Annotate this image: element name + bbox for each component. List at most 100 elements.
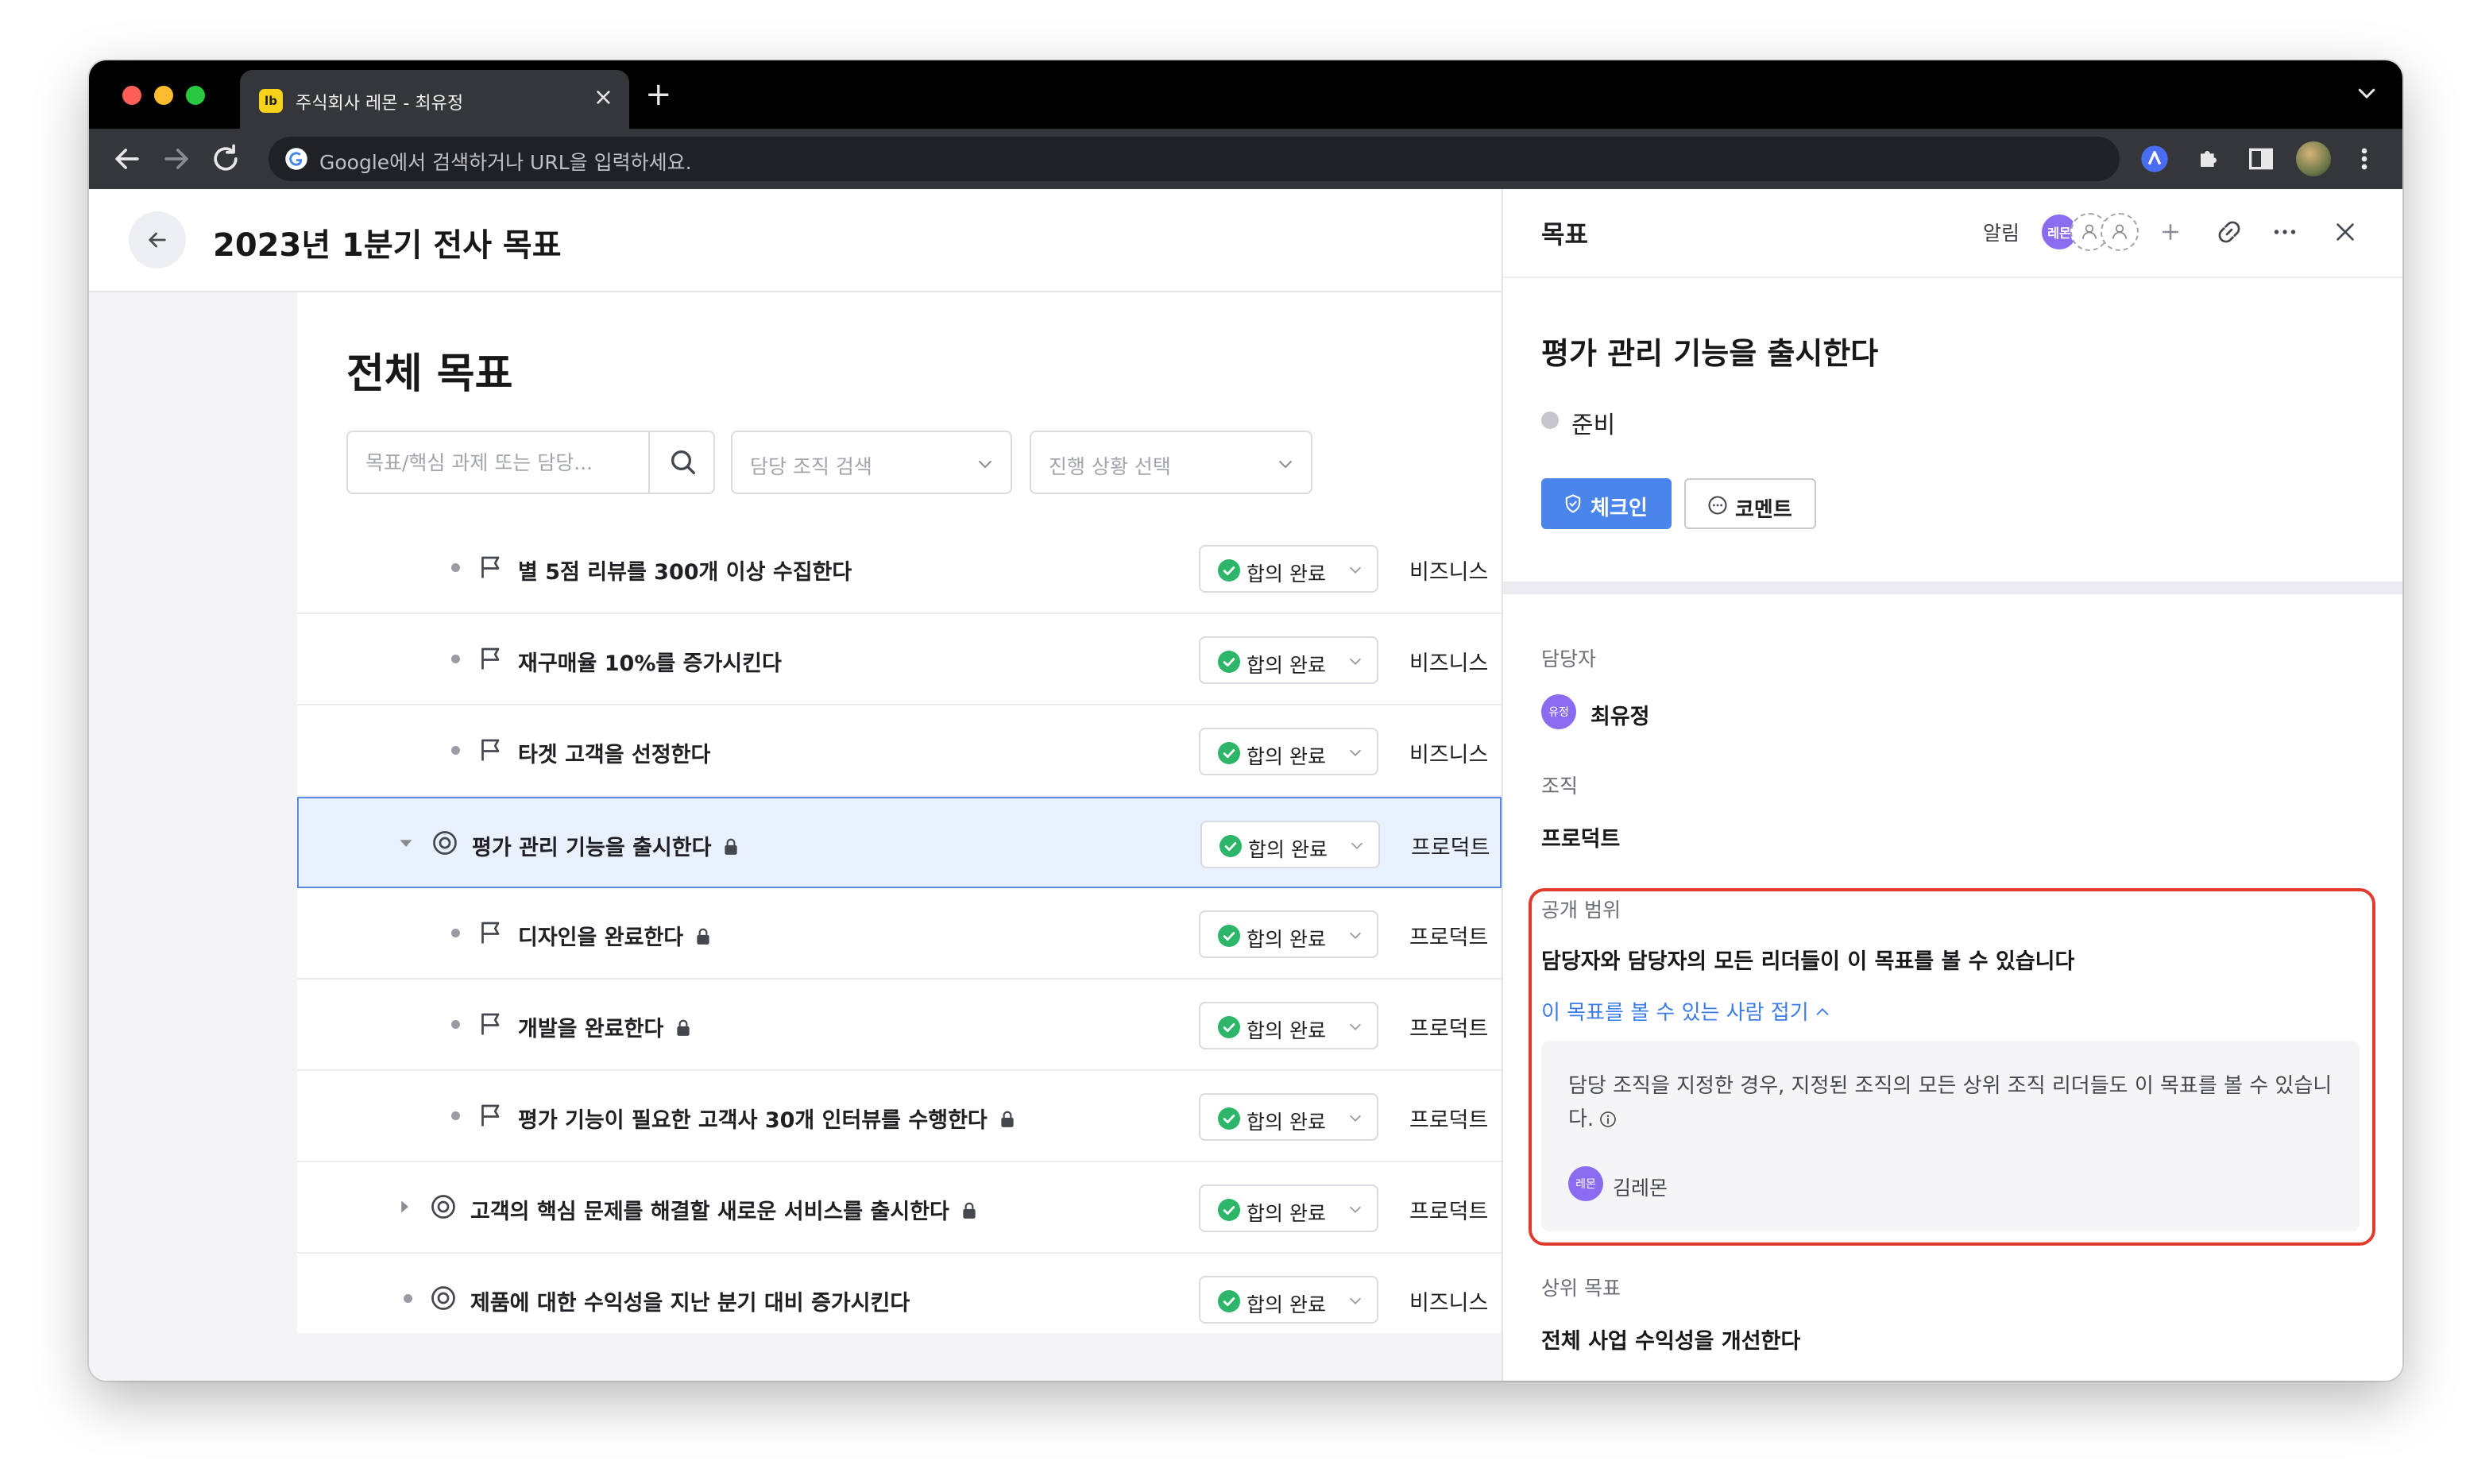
visibility-value: 담당자와 담당자의 모든 리더들이 이 목표를 볼 수 있습니다	[1541, 949, 2075, 974]
status-dropdown[interactable]: 합의 완료	[1199, 545, 1378, 593]
chevron-down-icon	[1349, 1115, 1362, 1122]
org-label: 비즈니스	[1409, 743, 1489, 767]
bullet-icon	[451, 655, 460, 663]
minimize-window-button[interactable]	[154, 86, 173, 105]
status-dropdown[interactable]: 합의 완료	[1199, 728, 1378, 775]
comment-button[interactable]: 코멘트	[1684, 478, 1816, 529]
puzzle-extensions-icon[interactable]	[2193, 143, 2224, 175]
goal-detail-panel: 목표 알림 레몬 평가 관리 기능을 출시한다 준비 체크인 코멘트 담당자 유…	[1502, 189, 2402, 1381]
status-dropdown[interactable]: 합의 완료	[1199, 1093, 1378, 1141]
status-dropdown[interactable]: 합의 완료	[1199, 1184, 1378, 1232]
status-dropdown[interactable]: 합의 완료	[1199, 1002, 1378, 1049]
more-options-button[interactable]	[2266, 213, 2304, 251]
progress-select[interactable]: 진행 상황 선택	[1030, 431, 1312, 494]
collapse-viewers-link[interactable]: 이 목표를 볼 수 있는 사람 접기	[1541, 996, 1831, 1026]
tab-search-chevron-icon[interactable]	[2355, 81, 2379, 105]
reload-icon[interactable]	[208, 141, 243, 176]
goals-list-panel: 전체 목표 담당 조직 검색 진행 상황 선택	[297, 292, 1502, 1333]
flag-icon	[481, 1104, 500, 1127]
back-arrow-icon[interactable]	[110, 141, 145, 176]
back-button[interactable]	[129, 211, 186, 269]
status-label: 합의 완료	[1247, 1202, 1326, 1225]
search-icon[interactable]	[667, 446, 699, 478]
status-dropdown[interactable]: 합의 완료	[1200, 821, 1380, 868]
flag-icon	[481, 922, 500, 944]
add-watcher-button[interactable]	[2151, 213, 2190, 251]
panel-header: 목표 알림 레몬	[1503, 189, 2402, 278]
chevron-down-icon	[1349, 932, 1362, 939]
lock-icon	[1001, 1111, 1014, 1127]
info-icon[interactable]	[1598, 1110, 1618, 1129]
more-vertical-icon[interactable]	[2348, 143, 2380, 175]
status-dropdown[interactable]: 합의 완료	[1199, 1276, 1378, 1324]
goal-row[interactable]: 개발을 완료한다 합의 완료 프로덕트	[297, 980, 1502, 1071]
org-label: 프로덕트	[1409, 1200, 1489, 1224]
goal-row[interactable]: 평가 기능이 필요한 고객사 30개 인터뷰를 수행한다 합의 완료 프로덕트	[297, 1071, 1502, 1162]
shield-check-icon	[1565, 494, 1581, 513]
goal-search-input[interactable]	[348, 432, 650, 493]
profile-avatar[interactable]	[2296, 141, 2331, 176]
check-circle-icon	[1219, 835, 1242, 857]
org-label: 프로덕트	[1409, 1108, 1489, 1133]
back-arrow-icon	[149, 232, 166, 248]
new-tab-icon[interactable]: +	[645, 76, 672, 113]
check-circle-icon	[1218, 1107, 1240, 1130]
flag-icon	[481, 739, 500, 761]
close-panel-button[interactable]	[2326, 213, 2364, 251]
org-label: 프로덕트	[1411, 836, 1490, 860]
goal-row[interactable]: 타겟 고객을 선정한다 합의 완료 비즈니스	[297, 705, 1502, 797]
owner-name[interactable]: 최유정	[1591, 699, 1650, 730]
goal-search	[346, 431, 715, 494]
add-watcher-placeholder[interactable]	[2101, 213, 2139, 251]
owner-avatar[interactable]: 유정	[1541, 694, 1576, 729]
chevron-down-icon	[1349, 1206, 1362, 1213]
progress-select-placeholder: 진행 상황 선택	[1049, 455, 1171, 478]
comment-icon	[1708, 496, 1727, 515]
chevron-down-icon	[1349, 566, 1362, 574]
page-title: 2023년 1분기 전사 목표	[213, 227, 562, 264]
target-goal-icon	[431, 1195, 455, 1219]
goal-row[interactable]: 별 5점 리뷰를 300개 이상 수집한다 합의 완료 비즈니스	[297, 523, 1502, 614]
org-search-select[interactable]: 담당 조직 검색	[731, 431, 1012, 494]
flag-icon	[481, 647, 500, 670]
check-circle-icon	[1218, 1199, 1240, 1221]
goal-row[interactable]: 디자인을 완료한다 합의 완료 프로덕트	[297, 888, 1502, 980]
user-icon	[2112, 224, 2127, 239]
address-bar[interactable]: Google에서 검색하거나 URL을 입력하세요.	[269, 137, 2120, 181]
close-icon	[2337, 223, 2354, 241]
status-label: 합의 완료	[1247, 654, 1326, 677]
goal-title: 제품에 대한 수익성을 지난 분기 대비 증가시킨다	[470, 1291, 910, 1316]
status-label: 합의 완료	[1248, 838, 1328, 861]
org-label: 비즈니스	[1409, 651, 1489, 676]
goal-title: 타겟 고객을 선정한다	[518, 743, 711, 767]
extension-icon[interactable]	[2139, 143, 2170, 175]
chevron-down-icon	[979, 461, 991, 469]
check-circle-icon	[1218, 925, 1240, 947]
goal-row[interactable]: 제품에 대한 수익성을 지난 분기 대비 증가시킨다 합의 완료 비즈니스	[297, 1254, 1502, 1333]
goal-row[interactable]: 재구매율 10%를 증가시킨다 합의 완료 비즈니스	[297, 614, 1502, 705]
chevron-down-icon	[1279, 461, 1292, 469]
goal-detail-title: 평가 관리 기능을 출시한다	[1541, 336, 1879, 371]
visibility-label: 공개 범위	[1541, 899, 1621, 922]
close-window-button[interactable]	[122, 86, 141, 105]
browser-window: lb 주식회사 레몬 - 최유정 × + Google에서 검색하거나 URL을…	[89, 60, 2402, 1381]
leader-name: 김레몬	[1613, 1177, 1668, 1200]
leader-avatar[interactable]: 레몬	[1568, 1166, 1603, 1201]
maximize-window-button[interactable]	[186, 86, 205, 105]
parent-goal-value[interactable]: 전체 사업 수익성을 개선한다	[1541, 1324, 1800, 1355]
caret-down-icon[interactable]	[394, 831, 418, 855]
browser-tab[interactable]: lb 주식회사 레몬 - 최유정 ×	[240, 70, 629, 129]
caret-right-icon[interactable]	[392, 1195, 416, 1219]
status-dropdown[interactable]: 합의 완료	[1199, 910, 1378, 958]
checkin-label: 체크인	[1591, 496, 1648, 520]
tab-close-icon[interactable]: ×	[593, 84, 613, 111]
checkin-button[interactable]: 체크인	[1541, 478, 1672, 529]
goal-row-selected[interactable]: 평가 관리 기능을 출시한다 합의 완료 프로덕트	[297, 797, 1502, 888]
side-panel-icon[interactable]	[2245, 143, 2277, 175]
status-dropdown[interactable]: 합의 완료	[1199, 636, 1378, 684]
goal-row[interactable]: 고객의 핵심 문제를 해결할 새로운 서비스를 출시한다 합의 완료 프로덕트	[297, 1162, 1502, 1254]
copy-link-button[interactable]	[2210, 213, 2248, 251]
alert-label[interactable]: 알림	[1983, 218, 2020, 246]
forward-arrow-icon[interactable]	[159, 141, 194, 176]
check-circle-icon	[1218, 1016, 1240, 1038]
